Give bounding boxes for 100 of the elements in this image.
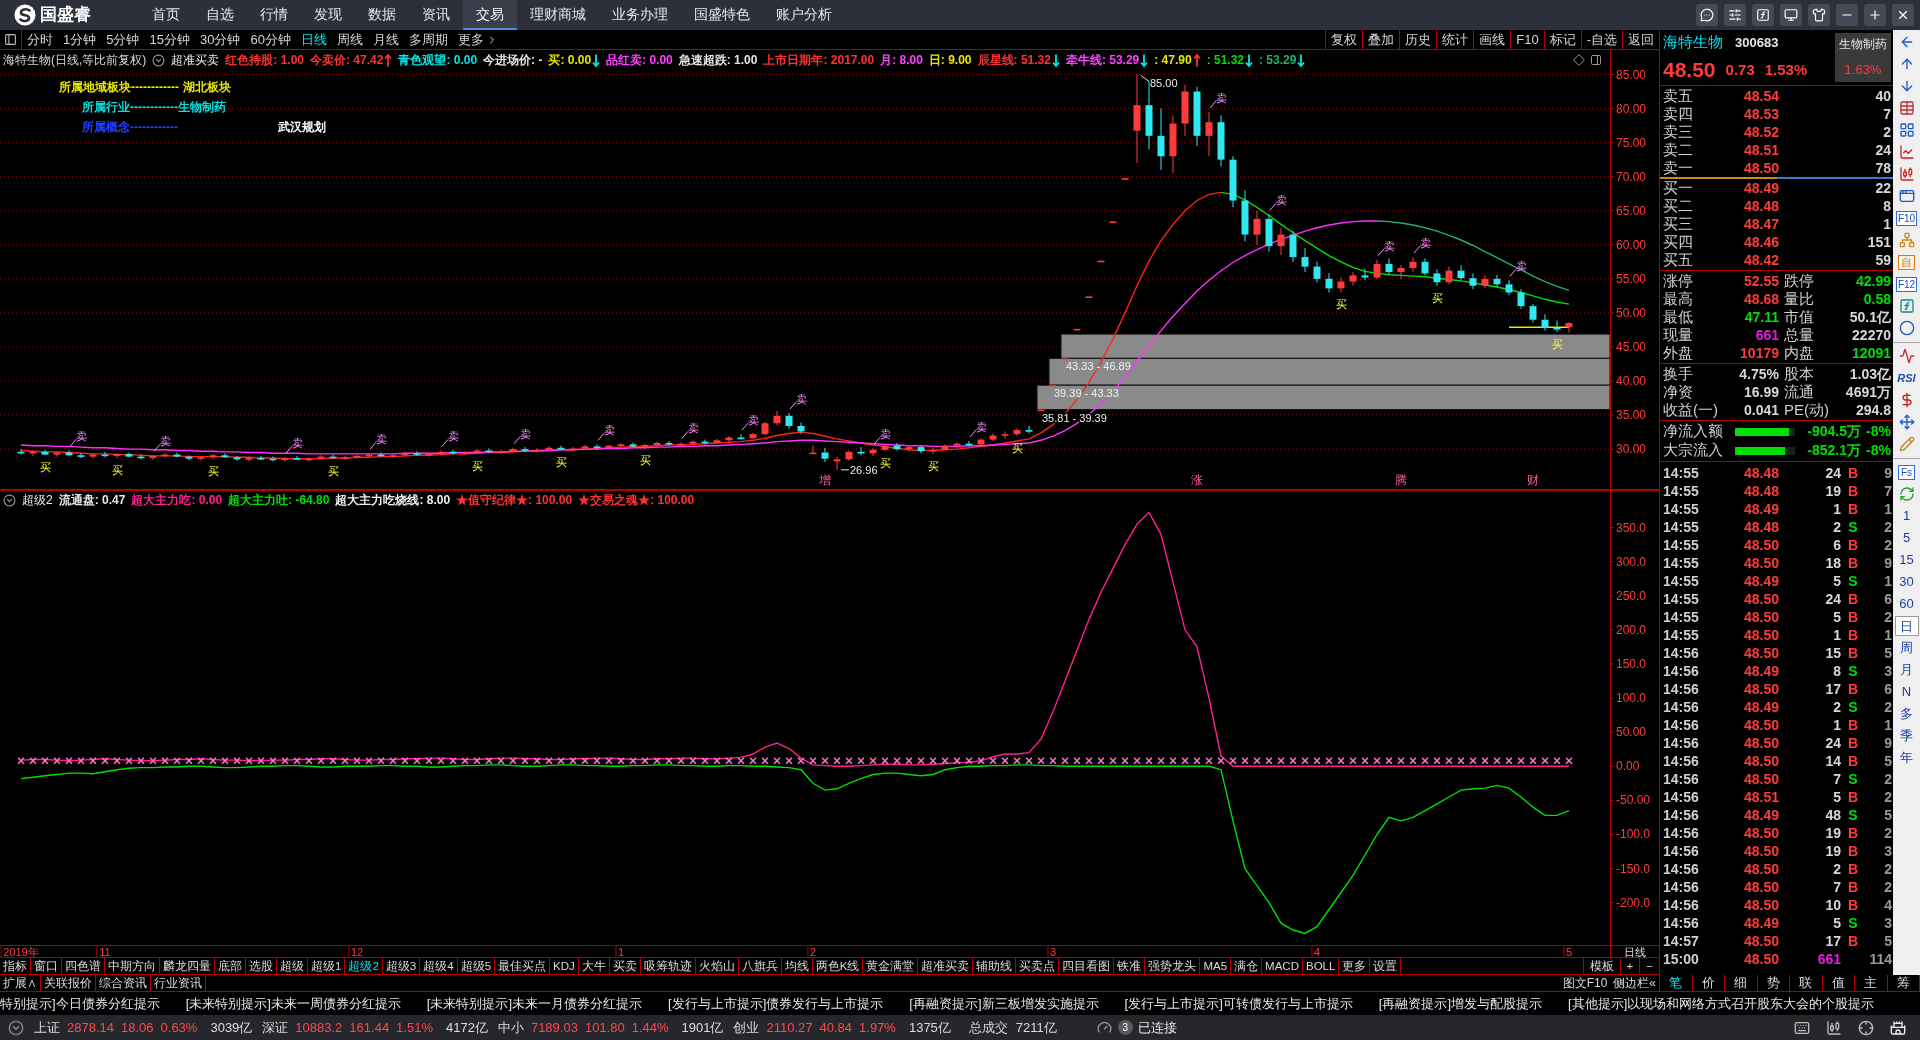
indicator-tab[interactable]: 黄金满堂 [863, 958, 919, 974]
refresh-icon[interactable] [1898, 486, 1915, 502]
period-button[interactable]: 月 [1894, 660, 1919, 680]
nav-tab[interactable]: 国盛特色 [681, 0, 763, 30]
notice-text[interactable]: [其他提示]以现场和网络方式召开股东大会的个股提示 [1568, 993, 1875, 1014]
indicator-tab[interactable]: 满仓 [1231, 958, 1263, 974]
period-tab[interactable]: 30分钟 [194, 30, 246, 49]
chart-tool-button[interactable]: 统计 [1436, 30, 1474, 49]
info-tab[interactable]: 行业资讯 [151, 975, 206, 991]
indicator-tab[interactable]: 超级3 [382, 958, 421, 974]
period-tab[interactable]: 周线 [331, 30, 368, 49]
pencil-icon[interactable] [1898, 436, 1915, 452]
sidebar-tool-button[interactable]: Fs [1897, 464, 1916, 480]
nav-tab[interactable]: 自选 [193, 0, 247, 30]
chat-icon[interactable] [1696, 4, 1718, 26]
notice-text[interactable]: [再融资提示]新三板增发实施提示 [909, 993, 1099, 1014]
period-button[interactable]: 60 [1894, 594, 1919, 614]
circle-icon[interactable] [1898, 320, 1915, 336]
dropdown-icon[interactable] [152, 53, 166, 67]
indicator-tab[interactable]: 辅助线 [973, 958, 1017, 974]
chart-tool-button[interactable]: 画线 [1473, 30, 1511, 49]
move-icon[interactable] [1898, 414, 1915, 430]
indicator-tab[interactable]: 最佳买点 [495, 958, 551, 974]
diamond-icon[interactable] [1573, 54, 1585, 66]
indicator-tab[interactable]: 超级2 [345, 958, 383, 974]
shirt-icon[interactable] [1808, 4, 1830, 26]
chart-tool-button[interactable]: 复权 [1325, 30, 1363, 49]
indicator-tab[interactable]: 中期方向 [105, 958, 160, 974]
indicator-tab[interactable]: 四目看图 [1059, 958, 1115, 974]
nav-tab[interactable]: 首页 [139, 0, 193, 30]
sidebar-tool-button[interactable]: F10 [1895, 210, 1918, 226]
period-tab[interactable]: 15分钟 [144, 30, 195, 49]
indicator-tab[interactable]: 买卖点 [1016, 958, 1060, 974]
candlestick-icon[interactable] [1826, 1019, 1842, 1036]
detail-tab[interactable]: 价 [1692, 975, 1725, 991]
period-button[interactable]: 15 [1894, 550, 1919, 570]
panel-icon[interactable] [1590, 54, 1602, 66]
detail-tab[interactable]: 筹 [1887, 975, 1920, 991]
function-icon[interactable] [1752, 4, 1774, 26]
indicator-tab[interactable]: 超级1 [308, 958, 346, 974]
period-tab[interactable]: 5分钟 [101, 30, 145, 49]
nav-tab[interactable]: 资讯 [409, 0, 463, 30]
line-chart-icon[interactable] [1898, 144, 1915, 160]
table-icon[interactable] [1898, 100, 1915, 116]
info-tab[interactable]: 关联报价 [41, 975, 96, 991]
detail-tab[interactable]: 联 [1790, 975, 1823, 991]
period-tab[interactable]: 60分钟 [245, 30, 296, 49]
indicator-tab[interactable]: 吸筹轨迹 [640, 958, 696, 974]
template-button[interactable]: 模板 [1582, 958, 1620, 974]
rook-icon[interactable] [1890, 1019, 1906, 1036]
window-icon[interactable] [1898, 188, 1915, 204]
minimize-icon[interactable] [1836, 4, 1858, 26]
nav-tab[interactable]: 业务办理 [599, 0, 681, 30]
indicator-tab[interactable]: 超级4 [420, 958, 458, 974]
nav-tab[interactable]: 交易 [463, 0, 517, 30]
detail-tab[interactable]: 势 [1757, 975, 1790, 991]
indicator-tab[interactable]: MACD [1262, 958, 1303, 974]
indicator-tab[interactable]: 火焰山 [695, 958, 739, 974]
indicator-tab[interactable]: 超级5 [457, 958, 496, 974]
chart-tool-button[interactable]: 历史 [1399, 30, 1437, 49]
indicator-tab[interactable]: 买卖 [609, 958, 641, 974]
indicator-tab[interactable]: 铁准 [1114, 958, 1146, 974]
dropdown-icon[interactable] [8, 1019, 24, 1036]
crosshair-icon[interactable] [1858, 1019, 1874, 1036]
indicator-tab[interactable]: 四色谱 [62, 958, 105, 974]
indicator-tab[interactable]: KDJ [550, 958, 579, 974]
detail-tab[interactable]: 主 [1855, 975, 1888, 991]
period-button[interactable]: 5 [1894, 528, 1919, 548]
sidebar-tool-button[interactable]: RSI [1897, 371, 1916, 385]
notice-text[interactable]: 特别提示]今日债券分红提示 [0, 993, 160, 1014]
nav-tab[interactable]: 理财商城 [517, 0, 599, 30]
indicator-tab[interactable]: 超准买卖 [918, 958, 974, 974]
candlestick-icon[interactable] [1898, 166, 1915, 182]
indicator-tab[interactable]: 底部 [215, 958, 246, 974]
indicator-tab[interactable]: 麟龙四量 [160, 958, 215, 974]
indicator-tab[interactable]: 均线 [781, 958, 813, 974]
period-button[interactable]: 周 [1894, 638, 1919, 658]
notice-text[interactable]: [发行与上市提示]债券发行与上市提示 [668, 993, 884, 1014]
side-tool-button[interactable]: 侧边栏« [1610, 975, 1659, 991]
period-button[interactable]: 季 [1894, 726, 1919, 746]
indicator-tab[interactable]: 更多 [1339, 958, 1371, 974]
sliders-icon[interactable] [1724, 4, 1746, 26]
gauge-icon[interactable] [1096, 1020, 1112, 1035]
side-tool-button[interactable]: 图文F10 [1559, 975, 1611, 991]
detail-tab[interactable]: 细 [1725, 975, 1758, 991]
indicator-tab[interactable]: BOLL [1302, 958, 1340, 974]
more-button[interactable]: 更多 [452, 30, 503, 49]
period-button[interactable]: 30 [1894, 572, 1919, 592]
nav-tab[interactable]: 行情 [247, 0, 301, 30]
indicator-tab[interactable]: 强势龙头 [1145, 958, 1201, 974]
wave-icon[interactable] [1898, 348, 1915, 364]
period-button[interactable]: 年 [1894, 748, 1919, 768]
indicator-tab[interactable]: 窗口 [31, 958, 62, 974]
indicator-tab[interactable]: 选股 [246, 958, 277, 974]
indicator-tab[interactable]: 八旗兵 [738, 958, 782, 974]
indicator-tab[interactable]: MA5 [1200, 958, 1232, 974]
chart-tool-button[interactable]: -自选 [1580, 30, 1622, 49]
indicator-tab[interactable]: 设置 [1370, 958, 1402, 974]
sector-badge[interactable]: 生物制药 1.63% [1835, 33, 1891, 82]
plus-icon[interactable] [1864, 4, 1886, 26]
